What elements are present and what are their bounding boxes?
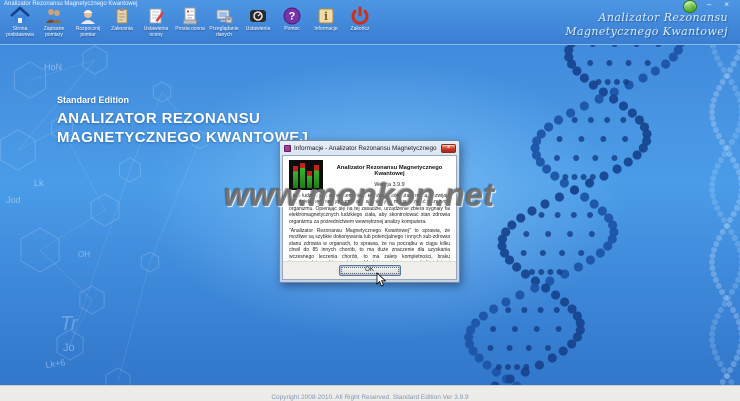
toolbar-label: Informacje (314, 26, 338, 32)
footer-bar: Copyright 2008-2010. All Right Reserved.… (0, 385, 740, 401)
toolbar-button-pomoc[interactable]: ? Pomoc (275, 6, 309, 39)
toolbar-label: Pomoc (284, 26, 300, 32)
brand-logotype: Analizator Rezonansu Magnetycznego Kwant… (565, 11, 728, 39)
dialog-titlebar[interactable]: Informacje - Analizator Rezonansu Magnet… (282, 143, 457, 155)
ok-button[interactable]: OK (338, 265, 401, 276)
toolbar-label: Zalecenia (111, 26, 133, 32)
help-icon: ? (282, 6, 302, 26)
dialog-content: Analizator Rezonansu Magnetycznego Kwant… (282, 155, 457, 280)
toolbar-label: Ustawienia oceny (143, 26, 169, 38)
toolbar: Strona podstawowa Zapisane pomiary Rozpo… (3, 6, 377, 39)
hero-title-block: Standard Edition ANALIZATOR REZONANSU MA… (57, 95, 308, 147)
toolbar-label: Zapisane pomiary (43, 26, 65, 38)
mouse-cursor (376, 272, 388, 293)
dialog-footer: OK (283, 261, 456, 279)
toolbar-label: Strona podstawowa (6, 26, 34, 38)
document-print-icon (180, 6, 200, 26)
home-icon (10, 6, 30, 26)
svg-text:i: i (324, 10, 328, 23)
toolbar-button-ustawienia-oceny[interactable]: Ustawienia oceny (139, 6, 173, 39)
toolbar-label: Zakończ (350, 26, 370, 32)
watermark: www.monkon.net (224, 177, 495, 213)
brand-line1: Analizator Rezonansu (598, 11, 728, 24)
info-icon: i (316, 6, 336, 26)
settings-icon (248, 6, 268, 26)
computer-icon (214, 6, 234, 26)
clipboard-icon (112, 6, 132, 26)
power-icon (350, 6, 370, 26)
toolbar-button-informacje[interactable]: i Informacje (309, 6, 343, 39)
toolbar-button-zalecenia[interactable]: Zalecenia (105, 6, 139, 39)
copyright-text: Copyright 2008-2010. All Right Reserved.… (271, 394, 469, 401)
toolbar-label: Prosta ocena (175, 26, 205, 32)
document-edit-icon (146, 6, 166, 26)
doctor-icon (78, 6, 98, 26)
dialog-close-button[interactable]: × (441, 144, 456, 153)
hero-title-line1: ANALIZATOR REZONANSU (57, 110, 261, 127)
close-button[interactable]: × (721, 0, 732, 10)
toolbar-button-zapisane-pomiary[interactable]: Zapisane pomiary (37, 6, 71, 39)
toolbar-button-strona-podstawowa[interactable]: Strona podstawowa (3, 6, 37, 39)
dialog-app-name: Analizator Rezonansu Magnetycznego Kwant… (336, 165, 443, 177)
toolbar-button-przegladanie-danych[interactable]: Przeglądanie danych (207, 6, 241, 39)
edition-label: Standard Edition (57, 95, 129, 105)
dialog-app-icon (284, 145, 291, 152)
dialog-title: Informacje - Analizator Rezonansu Magnet… (294, 145, 438, 152)
app-window: HoN Jod Lk OH Tr Jo Lk+6 Analizator Rezo… (0, 0, 740, 401)
minimize-button[interactable]: – (704, 0, 714, 10)
patients-icon (44, 6, 64, 26)
toolbar-label: Przeglądanie danych (209, 26, 239, 38)
brand-line2: Magnetycznego Kwantowej (565, 25, 728, 38)
dialog-paragraph-2: "Analizator Rezonansu Magnetycznego Kwan… (289, 227, 450, 261)
toolbar-button-prosta-ocena[interactable]: Prosta ocena (173, 6, 207, 39)
hero-title-line2: MAGNETYCZNEGO KWANTOWEJ (57, 129, 309, 146)
toolbar-button-rozpocznij-pomiar[interactable]: Rozpocznij pomiar (71, 6, 105, 39)
toolbar-label: Rozpocznij pomiar (75, 26, 101, 38)
svg-text:?: ? (289, 11, 296, 23)
toolbar-button-zakoncz[interactable]: Zakończ (343, 6, 377, 39)
toolbar-label: Ustawienia (245, 26, 271, 32)
toolbar-strip: Analizator Rezonansu Magnetycznego Kwant… (0, 0, 740, 45)
toolbar-button-ustawienia[interactable]: Ustawienia (241, 6, 275, 39)
